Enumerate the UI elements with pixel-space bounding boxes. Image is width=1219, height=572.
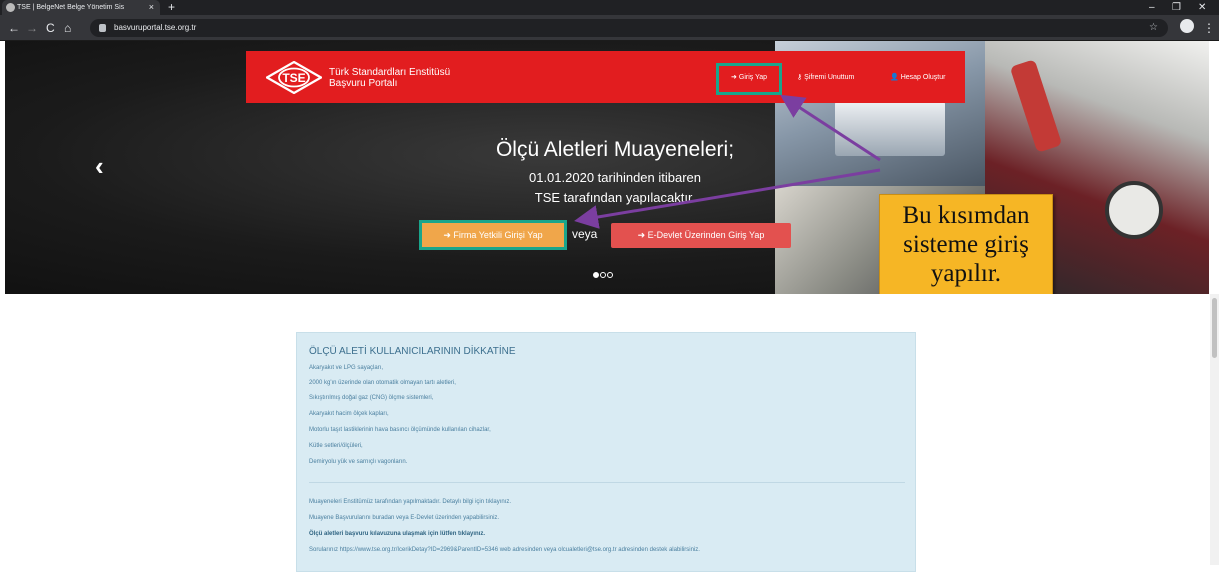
minimize-icon[interactable]: – [1149, 0, 1155, 15]
tab-title: TSE | BelgeNet Belge Yönetim Sis [17, 4, 125, 11]
slider-prev-arrow-icon[interactable]: ‹ [95, 153, 104, 179]
hero-slider: TSE Türk Standardları Enstitüsü Başvuru … [5, 41, 1209, 294]
forward-icon[interactable]: → [26, 15, 38, 41]
edevlet-login-button[interactable]: ➜ E-Devlet Üzerinden Giriş Yap [611, 223, 791, 248]
back-icon[interactable]: ← [8, 15, 20, 41]
slide-tse-line: TSE tarafından yapılacaktır. [534, 190, 696, 205]
notice-support-text: Sorularınız https://www.tse.org.tr/Iceri… [309, 547, 700, 553]
scrollbar-thumb[interactable] [1212, 298, 1217, 358]
tse-logo[interactable]: TSE [266, 61, 322, 94]
firma-login-button[interactable]: ➜ Firma Yetkili Girişi Yap [419, 220, 567, 250]
sign-in-icon: ➜ [637, 230, 648, 240]
close-window-icon[interactable]: ✕ [1198, 0, 1206, 15]
sign-in-icon: ➜ [443, 230, 454, 240]
account-icon[interactable] [1180, 19, 1194, 33]
globe-icon [6, 3, 15, 12]
user-plus-icon: 👤 [890, 74, 899, 81]
org-line-1: Türk Standardları Enstitüsü [329, 67, 451, 78]
slider-indicators [593, 265, 614, 283]
callout-line-2: sisteme giriş [903, 231, 1029, 258]
home-icon[interactable]: ⌂ [64, 15, 71, 41]
maximize-icon[interactable]: ❐ [1172, 0, 1181, 15]
slider-dot-2[interactable] [600, 272, 606, 278]
reload-icon[interactable]: C [46, 15, 55, 41]
url-field[interactable]: basvuruportal.tse.org.tr ☆ [90, 19, 1168, 37]
notice-apply-text: Muayene Başvurularını buradan veya E-Dev… [309, 515, 500, 521]
url-text: basvuruportal.tse.org.tr [114, 23, 197, 32]
address-bar-row: ← → C ⌂ basvuruportal.tse.org.tr ☆ [0, 15, 1219, 41]
callout-line-3: yapılır. [930, 260, 1002, 287]
notice-detail-link[interactable]: Muayeneleri Enstitümüz tarafından yapılm… [309, 498, 511, 506]
or-text: veya [572, 227, 598, 241]
notice-item: Sıkıştırılmış doğal gaz (CNG) ölçme sist… [309, 395, 434, 401]
bookmark-star-icon[interactable]: ☆ [1149, 19, 1158, 37]
new-tab-button[interactable]: + [168, 0, 175, 15]
login-highlight-box [716, 63, 782, 95]
nav-forgot-password-link[interactable]: ⚷ Şifremi Unuttum [797, 72, 854, 84]
org-line-2: Başvuru Portalı [329, 78, 398, 89]
notice-item: 2000 kg'ın üzerinde olan otomatik olmaya… [309, 380, 456, 386]
key-icon: ⚷ [797, 74, 803, 81]
notice-item: Demiryolu yük ve sarnıçlı vagonların. [309, 459, 408, 465]
svg-text:TSE: TSE [282, 71, 305, 85]
notice-title: ÖLÇÜ ALETİ KULLANICILARININ DİKKATİNE [309, 346, 516, 357]
callout-line-1: Bu kısımdan [902, 202, 1030, 229]
nav-register-link[interactable]: 👤 Hesap Oluştur [890, 72, 945, 84]
slide-date-line: 01.01.2020 tarihinden itibaren [528, 170, 702, 185]
notice-divider [309, 482, 905, 483]
slider-dot-1[interactable] [593, 272, 599, 278]
browser-tab[interactable]: TSE | BelgeNet Belge Yönetim Sis × [2, 0, 160, 15]
browser-menu-icon[interactable]: ⋮ [1203, 15, 1215, 41]
browser-tab-strip: TSE | BelgeNet Belge Yönetim Sis × + – ❐… [0, 0, 1219, 15]
annotation-callout: Bu kısımdan sisteme giriş yapılır. [879, 194, 1053, 294]
tab-close-icon[interactable]: × [149, 0, 154, 15]
slider-dot-3[interactable] [607, 272, 613, 278]
notice-guide-link[interactable]: Ölçü aletleri başvuru kılavuzuna ulaşmak… [309, 530, 485, 538]
slide-heading: Ölçü Aletleri Muayeneleri; [495, 138, 735, 161]
portal-header: TSE Türk Standardları Enstitüsü Başvuru … [246, 51, 965, 103]
notice-item: Motorlu taşıt lastiklerinin hava basıncı… [309, 427, 491, 433]
notice-item: Kütle setleri/ölçüleri, [309, 443, 363, 449]
org-name: Türk Standardları Enstitüsü Başvuru Port… [329, 67, 450, 89]
notice-panel: ÖLÇÜ ALETİ KULLANICILARININ DİKKATİNE Ak… [296, 332, 916, 572]
notice-item: Akaryakıt hacim ölçek kapları, [309, 411, 389, 417]
notice-item: Akaryakıt ve LPG sayaçları, [309, 365, 384, 371]
lock-icon [99, 24, 106, 32]
